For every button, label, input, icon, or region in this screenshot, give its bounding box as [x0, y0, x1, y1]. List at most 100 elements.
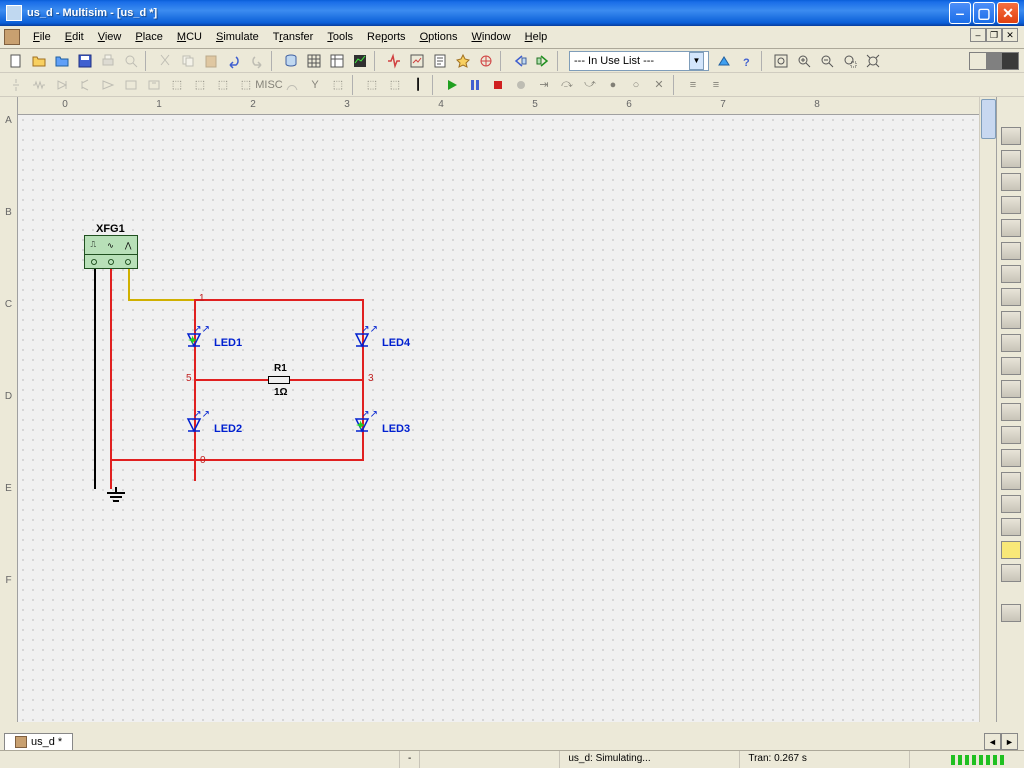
zoom-fit-button[interactable] — [862, 50, 884, 72]
place-analog-button[interactable] — [97, 74, 119, 96]
wire[interactable] — [128, 269, 130, 299]
led1-symbol[interactable]: ↗↗ ✦ — [184, 330, 204, 350]
clear-bp-button[interactable]: ✕ — [648, 74, 670, 96]
place-mcu-button[interactable]: ⬚ — [327, 74, 349, 96]
wire[interactable] — [194, 459, 196, 481]
print-button[interactable] — [97, 50, 119, 72]
grapher-button[interactable] — [349, 50, 371, 72]
copy-button[interactable] — [177, 50, 199, 72]
place-cmos-button[interactable] — [143, 74, 165, 96]
bode-plotter-button[interactable] — [1001, 242, 1021, 260]
menu-view[interactable]: View — [91, 28, 129, 46]
mdi-minimize-button[interactable]: ‒ — [970, 28, 986, 42]
db-button[interactable] — [280, 50, 302, 72]
zoom-in-button[interactable] — [793, 50, 815, 72]
help-button[interactable]: ? — [736, 50, 758, 72]
scroll-right-button[interactable]: ► — [1001, 733, 1018, 750]
save-button[interactable] — [74, 50, 96, 72]
maximize-button[interactable]: ▢ — [973, 2, 995, 24]
wire[interactable] — [110, 459, 195, 461]
wire[interactable] — [194, 379, 268, 381]
toggle-bp-button[interactable]: ○ — [625, 74, 647, 96]
freq-counter-button[interactable] — [1001, 265, 1021, 283]
place-mixed-button[interactable]: ⬚ — [189, 74, 211, 96]
menu-place[interactable]: Place — [128, 28, 170, 46]
open-button[interactable] — [28, 50, 50, 72]
distortion-button[interactable] — [1001, 380, 1021, 398]
simulation-switch[interactable] — [969, 52, 1019, 70]
labview-button[interactable] — [1001, 541, 1021, 559]
open-design-button[interactable] — [51, 50, 73, 72]
zoom-full-button[interactable] — [770, 50, 792, 72]
place-transistor-button[interactable] — [74, 74, 96, 96]
step-over-button[interactable]: ⤼ — [556, 74, 578, 96]
spreadsheet-button[interactable] — [326, 50, 348, 72]
redo-button[interactable] — [246, 50, 268, 72]
undo-button[interactable] — [223, 50, 245, 72]
wattmeter-button[interactable] — [1001, 173, 1021, 191]
agilent-mm-button[interactable] — [1001, 472, 1021, 490]
menu-reports[interactable]: Reports — [360, 28, 413, 46]
tek-scope-button[interactable] — [1001, 518, 1021, 536]
place-diode-button[interactable] — [51, 74, 73, 96]
menu-window[interactable]: Window — [464, 28, 517, 46]
wire[interactable] — [94, 269, 96, 489]
zoom-area-button[interactable] — [839, 50, 861, 72]
led4-symbol[interactable]: ↗↗ — [352, 330, 372, 350]
step-out-button[interactable]: ⤻ — [579, 74, 601, 96]
close-button[interactable]: ✕ — [997, 2, 1019, 24]
place-electromech-button[interactable]: Y — [304, 74, 326, 96]
menu-help[interactable]: Help — [518, 28, 555, 46]
menu-tools[interactable]: Tools — [320, 28, 360, 46]
agilent-scope-button[interactable] — [1001, 495, 1021, 513]
align-right-button[interactable]: ≡ — [705, 74, 727, 96]
cut-button[interactable] — [154, 50, 176, 72]
postprocess-button[interactable] — [406, 50, 428, 72]
align-left-button[interactable]: ≡ — [682, 74, 704, 96]
new-button[interactable] — [5, 50, 27, 72]
spectrum-button[interactable] — [1001, 403, 1021, 421]
wire[interactable] — [194, 299, 364, 301]
function-gen-button[interactable] — [1001, 150, 1021, 168]
run-button[interactable] — [441, 74, 463, 96]
document-tab[interactable]: us_d * — [4, 733, 73, 750]
step-into-button[interactable]: ⇥ — [533, 74, 555, 96]
scroll-thumb[interactable] — [981, 99, 996, 139]
place-wire-button[interactable]: ┃ — [407, 74, 429, 96]
measurement-probe-button[interactable] — [1001, 604, 1021, 622]
mdi-restore-button[interactable]: ❐ — [986, 28, 1002, 42]
oscilloscope-button[interactable] — [1001, 196, 1021, 214]
analysis-button[interactable] — [383, 50, 405, 72]
ground-symbol[interactable] — [104, 487, 128, 506]
logic-converter-button[interactable] — [1001, 334, 1021, 352]
place-misc-button[interactable]: MISC — [258, 74, 280, 96]
forward-annotate-button[interactable] — [532, 50, 554, 72]
paste-button[interactable] — [200, 50, 222, 72]
agilent-fg-button[interactable] — [1001, 449, 1021, 467]
mdi-close-button[interactable]: ✕ — [1002, 28, 1018, 42]
menu-edit[interactable]: Edit — [58, 28, 91, 46]
function-generator-xfg1[interactable]: ⎍∿⋀ — [84, 235, 138, 269]
erc-button[interactable] — [429, 50, 451, 72]
current-probe-button[interactable] — [1001, 564, 1021, 582]
network-button[interactable] — [1001, 426, 1021, 444]
eduweb-button[interactable] — [713, 50, 735, 72]
menu-mcu[interactable]: MCU — [170, 28, 209, 46]
wire[interactable] — [110, 269, 112, 489]
logic-analyzer-button[interactable] — [1001, 311, 1021, 329]
preview-button[interactable] — [120, 50, 142, 72]
place-indicator-button[interactable]: ⬚ — [212, 74, 234, 96]
led2-symbol[interactable]: ↗↗ — [184, 415, 204, 435]
scroll-left-button[interactable]: ◄ — [984, 733, 1001, 750]
hierarchy-button[interactable]: ⬚ — [361, 74, 383, 96]
pause-button[interactable] — [464, 74, 486, 96]
place-misc-digital-button[interactable]: ⬚ — [166, 74, 188, 96]
breakpoint-button[interactable]: ● — [602, 74, 624, 96]
stop-button[interactable] — [487, 74, 509, 96]
multimeter-button[interactable] — [1001, 127, 1021, 145]
record-button[interactable] — [510, 74, 532, 96]
place-ttl-button[interactable] — [120, 74, 142, 96]
minimize-button[interactable]: ‒ — [949, 2, 971, 24]
in-use-list-dropdown[interactable]: --- In Use List --- ▼ — [569, 51, 709, 71]
wire[interactable] — [290, 379, 364, 381]
